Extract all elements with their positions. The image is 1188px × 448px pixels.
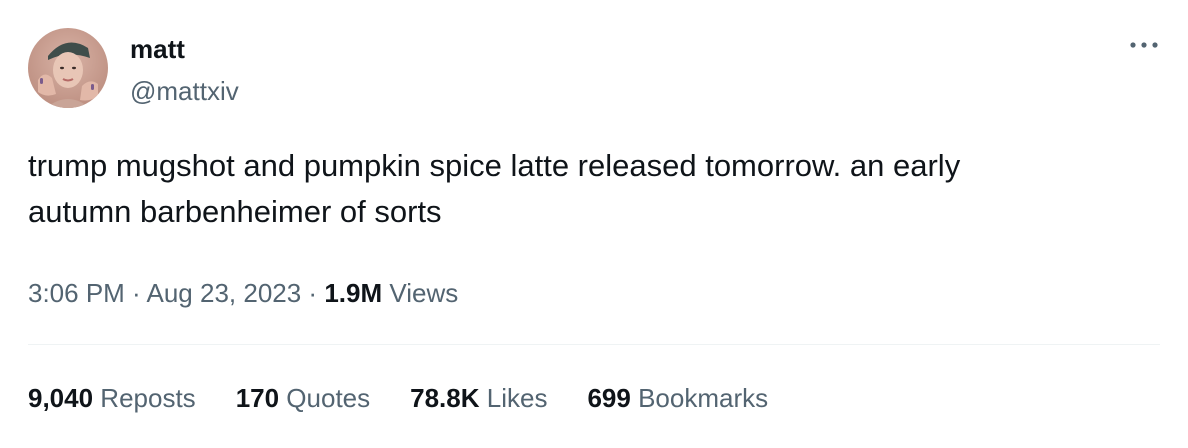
meta-separator: · — [124, 278, 147, 308]
reposts-count: 9,040 — [28, 383, 94, 413]
quotes-label: Quotes — [279, 383, 371, 413]
tweet-header: matt @mattxiv — [28, 28, 239, 108]
likes-count: 78.8K — [410, 383, 480, 413]
more-horizontal-icon — [1130, 42, 1158, 48]
tweet-text: trump mugshot and pumpkin spice latte re… — [28, 148, 961, 229]
tweet-card: matt @mattxiv trump mugshot and pumpkin … — [0, 0, 1188, 448]
quotes-stat[interactable]: 170 Quotes — [236, 381, 370, 415]
author-handle[interactable]: @mattxiv — [130, 76, 239, 106]
bookmarks-label: Bookmarks — [630, 383, 769, 413]
views-label: Views — [382, 278, 459, 308]
bookmarks-count: 699 — [587, 383, 631, 413]
meta-separator: · — [301, 278, 325, 308]
likes-stat[interactable]: 78.8K Likes — [410, 381, 547, 415]
avatar[interactable] — [28, 28, 108, 108]
tweet-meta: 3:06 PM · Aug 23, 2023 · 1.9M Views — [28, 276, 458, 310]
quotes-count: 170 — [235, 383, 280, 413]
bookmarks-stat[interactable]: 699 Bookmarks — [587, 381, 768, 415]
engagement-stats: 9,040 Reposts 170 Quotes 78.8K Likes 699… — [28, 381, 808, 415]
reposts-label: Reposts — [93, 383, 196, 413]
user-avatar-icon — [28, 28, 108, 108]
author-display-name[interactable]: matt — [130, 34, 239, 64]
tweet-timestamp-time[interactable]: 3:06 PM — [28, 278, 125, 308]
likes-label: Likes — [479, 383, 548, 413]
reposts-stat[interactable]: 9,040 Reposts — [28, 381, 196, 415]
divider — [28, 344, 1160, 345]
author-names: matt @mattxiv — [130, 28, 239, 106]
tweet-timestamp-date[interactable]: Aug 23, 2023 — [147, 278, 302, 308]
views-link[interactable]: 1.9M Views — [324, 278, 458, 308]
more-options-button[interactable] — [1124, 30, 1164, 60]
views-count: 1.9M — [324, 278, 383, 308]
